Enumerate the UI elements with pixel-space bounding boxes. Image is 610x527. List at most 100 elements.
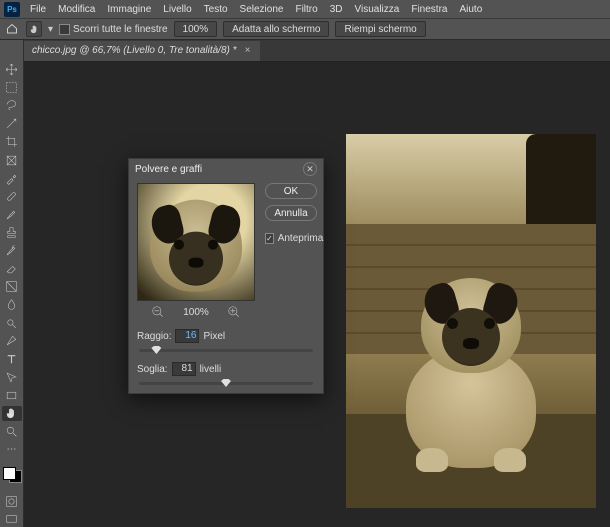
dialog-close-button[interactable]: ✕ [303, 162, 317, 176]
pen-tool[interactable] [2, 333, 22, 348]
marquee-icon [5, 81, 18, 94]
eyedropper-tool[interactable] [2, 171, 22, 186]
dodge-icon [5, 316, 18, 329]
zoom-in-icon[interactable] [227, 305, 241, 319]
radius-unit: Pixel [203, 331, 225, 342]
crop-icon [5, 135, 18, 148]
dialog-titlebar[interactable]: Polvere e graffi ✕ [129, 159, 323, 179]
filter-preview[interactable] [137, 183, 255, 301]
type-icon [5, 353, 18, 366]
pen-icon [5, 334, 18, 347]
eraser-tool[interactable] [2, 261, 22, 276]
move-icon [5, 63, 18, 76]
scroll-all-label: Scorri tutte le finestre [73, 24, 167, 35]
document-tab-label: chicco.jpg @ 66,7% (Livello 0, Tre tonal… [32, 45, 237, 56]
tab-close-button[interactable]: × [243, 45, 253, 56]
history-brush-tool[interactable] [2, 243, 22, 258]
radius-input[interactable]: 16 [175, 329, 199, 343]
screenmode-icon [5, 513, 18, 526]
menu-view[interactable]: Visualizza [349, 2, 406, 17]
screenmode-toggle[interactable] [2, 512, 22, 527]
hand-tool[interactable] [2, 406, 22, 421]
zoom-100-button[interactable]: 100% [174, 21, 218, 37]
radius-slider-thumb[interactable] [151, 346, 161, 354]
shape-tool[interactable] [2, 388, 22, 403]
blur-tool[interactable] [2, 297, 22, 312]
menu-help[interactable]: Aiuto [453, 2, 488, 17]
zoom-tool[interactable] [2, 424, 22, 439]
path-tool[interactable] [2, 370, 22, 385]
menu-3d[interactable]: 3D [324, 2, 349, 17]
threshold-label: Soglia: [137, 364, 168, 375]
options-bar: ▾ Scorri tutte le finestre 100% Adatta a… [0, 18, 610, 40]
threshold-unit: livelli [200, 364, 222, 375]
bandage-icon [5, 190, 18, 203]
menu-layer[interactable]: Livello [157, 2, 197, 17]
history-brush-icon [5, 244, 18, 257]
threshold-slider-thumb[interactable] [221, 379, 231, 387]
magnifier-icon [5, 425, 18, 438]
quickmask-icon [5, 495, 18, 508]
radius-label: Raggio: [137, 331, 171, 342]
tool-strip: ⋯ [0, 40, 24, 527]
cancel-button[interactable]: Annulla [265, 205, 317, 221]
preview-zoom-value: 100% [183, 307, 209, 318]
scroll-all-windows[interactable]: Scorri tutte le finestre [59, 24, 167, 35]
app-logo: Ps [4, 2, 20, 17]
lasso-icon [5, 99, 18, 112]
type-tool[interactable] [2, 352, 22, 367]
gradient-icon [5, 280, 18, 293]
menu-bar: Ps File Modifica Immagine Livello Testo … [0, 0, 610, 18]
menu-window[interactable]: Finestra [405, 2, 453, 17]
edit-toolbar[interactable]: ⋯ [2, 442, 22, 457]
dialog-title: Polvere e graffi [135, 164, 303, 175]
move-tool[interactable] [2, 62, 22, 77]
document-tab[interactable]: chicco.jpg @ 66,7% (Livello 0, Tre tonal… [24, 41, 260, 61]
foreground-color-swatch[interactable] [3, 467, 16, 480]
brush-icon [5, 208, 18, 221]
home-button[interactable] [4, 21, 20, 37]
document-tab-bar: chicco.jpg @ 66,7% (Livello 0, Tre tonal… [0, 40, 610, 62]
color-swatches[interactable] [2, 466, 22, 483]
marquee-tool[interactable] [2, 80, 22, 95]
menu-filter[interactable]: Filtro [289, 2, 323, 17]
hand-icon [5, 407, 18, 420]
home-icon [6, 23, 18, 35]
threshold-input[interactable]: 81 [172, 362, 196, 376]
hand-icon [29, 24, 40, 35]
preview-checkbox[interactable]: ✓ [265, 233, 274, 244]
document-image [346, 134, 596, 508]
eraser-icon [5, 262, 18, 275]
quickmask-toggle[interactable] [2, 494, 22, 509]
zoom-out-icon[interactable] [151, 305, 165, 319]
fill-screen-button[interactable]: Riempi schermo [335, 21, 425, 37]
gradient-tool[interactable] [2, 279, 22, 294]
eyedropper-icon [5, 172, 18, 185]
threshold-slider[interactable] [139, 382, 313, 385]
wand-icon [5, 117, 18, 130]
preview-checkbox-label: Anteprima [278, 233, 324, 244]
brush-tool[interactable] [2, 207, 22, 222]
lasso-tool[interactable] [2, 98, 22, 113]
stamp-icon [5, 226, 18, 239]
drop-icon [5, 298, 18, 311]
menu-image[interactable]: Immagine [101, 2, 157, 17]
scroll-all-checkbox[interactable] [59, 24, 70, 35]
menu-text[interactable]: Testo [198, 2, 234, 17]
radius-slider[interactable] [139, 349, 313, 352]
dodge-tool[interactable] [2, 315, 22, 330]
arrow-icon [5, 371, 18, 384]
frame-tool[interactable] [2, 152, 22, 167]
frame-icon [5, 154, 18, 167]
wand-tool[interactable] [2, 116, 22, 131]
menu-file[interactable]: File [24, 2, 52, 17]
rectangle-icon [5, 389, 18, 402]
ok-button[interactable]: OK [265, 183, 317, 199]
stamp-tool[interactable] [2, 225, 22, 240]
fit-screen-button[interactable]: Adatta allo schermo [223, 21, 329, 37]
hand-tool-indicator[interactable] [26, 21, 42, 37]
crop-tool[interactable] [2, 134, 22, 149]
menu-edit[interactable]: Modifica [52, 2, 101, 17]
heal-tool[interactable] [2, 189, 22, 204]
menu-select[interactable]: Selezione [234, 2, 290, 17]
